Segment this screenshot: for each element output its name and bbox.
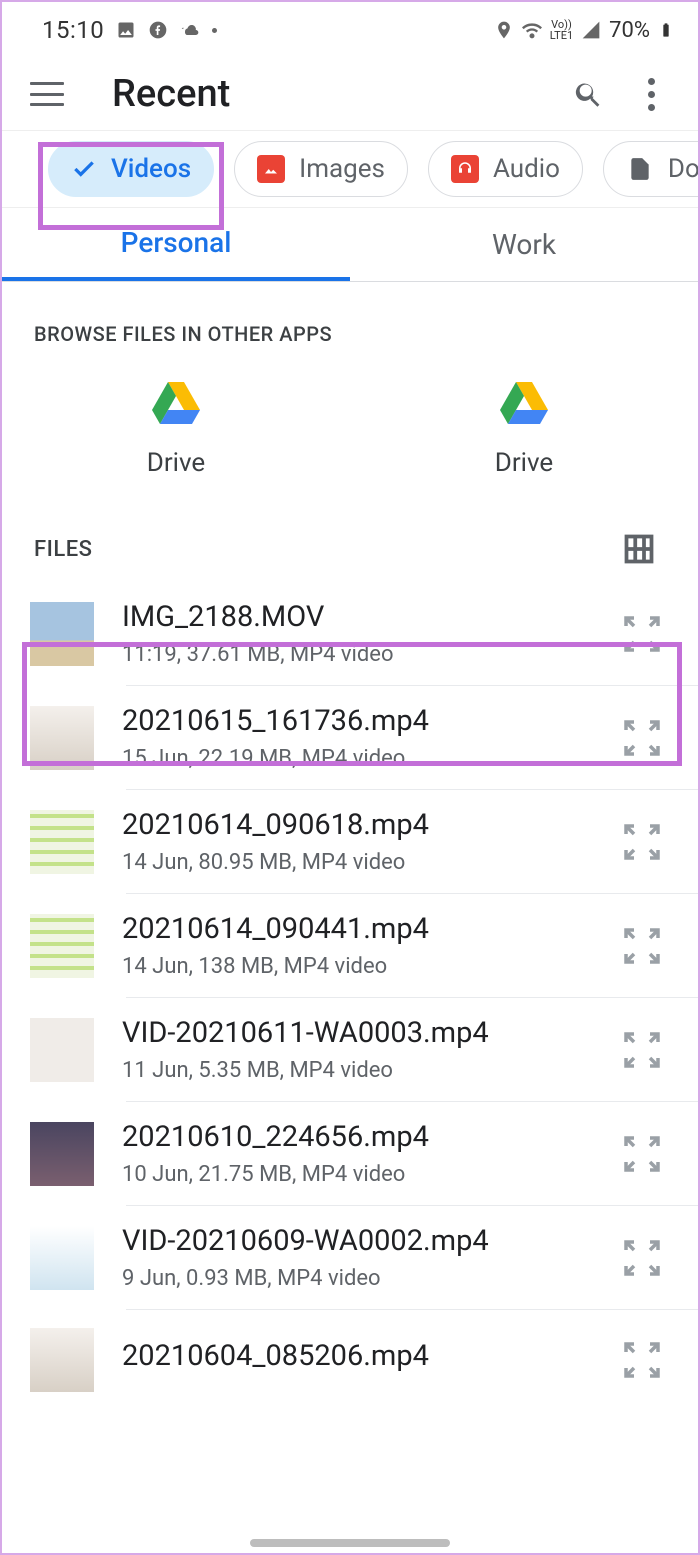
file-meta: 20210614_090618.mp4 14 Jun, 80.95 MB, MP… <box>122 808 594 875</box>
chip-audio[interactable]: Audio <box>428 141 583 197</box>
app-drive[interactable]: Drive <box>495 382 553 478</box>
file-thumbnail <box>30 914 94 978</box>
file-name: IMG_2188.MOV <box>122 600 594 634</box>
file-row[interactable]: IMG_2188.MOV 11:19, 37.61 MB, MP4 video <box>2 582 698 685</box>
files-section-title: FILES <box>34 537 92 562</box>
chip-videos[interactable]: Videos <box>48 141 214 197</box>
overflow-menu-button[interactable] <box>632 75 670 113</box>
files-section-header: FILES <box>2 516 698 582</box>
file-row[interactable]: 20210610_224656.mp4 10 Jun, 21.75 MB, MP… <box>2 1102 698 1205</box>
file-name: 20210604_085206.mp4 <box>122 1339 594 1373</box>
file-thumbnail <box>30 810 94 874</box>
weather-icon <box>180 20 200 40</box>
wifi-icon <box>522 20 542 40</box>
images-icon <box>257 155 285 183</box>
file-thumbnail <box>30 1018 94 1082</box>
chip-documents[interactable]: Doc <box>603 141 698 197</box>
chip-label: Videos <box>111 154 191 184</box>
file-meta: 20210614_090441.mp4 14 Jun, 138 MB, MP4 … <box>122 912 594 979</box>
location-icon <box>494 20 514 40</box>
file-list[interactable]: IMG_2188.MOV 11:19, 37.61 MB, MP4 video … <box>2 582 698 1410</box>
chip-images[interactable]: Images <box>234 141 408 197</box>
file-subtitle: 14 Jun, 138 MB, MP4 video <box>122 954 594 979</box>
expand-icon <box>622 926 662 966</box>
document-icon <box>626 155 654 183</box>
page-title: Recent <box>112 72 546 116</box>
search-icon <box>573 78 605 110</box>
file-row[interactable]: 20210604_085206.mp4 <box>2 1310 698 1410</box>
scroll-indicator <box>250 1539 450 1547</box>
expand-icon <box>622 1134 662 1174</box>
file-row[interactable]: VID-20210611-WA0003.mp4 11 Jun, 5.35 MB,… <box>2 998 698 1101</box>
file-name: VID-20210609-WA0002.mp4 <box>122 1224 594 1258</box>
file-meta: 20210610_224656.mp4 10 Jun, 21.75 MB, MP… <box>122 1120 594 1187</box>
image-icon <box>116 20 136 40</box>
file-thumbnail <box>30 1226 94 1290</box>
file-row[interactable]: 20210615_161736.mp4 15 Jun, 22.19 MB, MP… <box>2 686 698 789</box>
file-name: 20210614_090618.mp4 <box>122 808 594 842</box>
more-notif-dot <box>212 28 217 33</box>
chip-label: Doc <box>668 154 698 184</box>
file-name: 20210610_224656.mp4 <box>122 1120 594 1154</box>
expand-icon <box>622 614 662 654</box>
status-time: 15:10 <box>42 16 104 44</box>
drive-icon <box>152 382 200 426</box>
chip-label: Images <box>299 154 385 184</box>
drive-icon <box>500 382 548 426</box>
battery-pct: 70% <box>609 18 650 43</box>
expand-icon <box>622 1238 662 1278</box>
app-drive[interactable]: Drive <box>147 382 205 478</box>
file-subtitle: 15 Jun, 22.19 MB, MP4 video <box>122 746 594 771</box>
search-button[interactable] <box>570 75 608 113</box>
expand-icon <box>622 1340 662 1380</box>
file-meta: 20210615_161736.mp4 15 Jun, 22.19 MB, MP… <box>122 704 594 771</box>
file-subtitle: 9 Jun, 0.93 MB, MP4 video <box>122 1266 594 1291</box>
signal-icon <box>581 20 601 40</box>
battery-icon <box>658 18 674 42</box>
file-name: 20210614_090441.mp4 <box>122 912 594 946</box>
expand-icon <box>622 1030 662 1070</box>
app-label: Drive <box>147 448 205 478</box>
file-name: VID-20210611-WA0003.mp4 <box>122 1016 594 1050</box>
file-row[interactable]: VID-20210609-WA0002.mp4 9 Jun, 0.93 MB, … <box>2 1206 698 1309</box>
app-bar: Recent <box>2 58 698 130</box>
chip-label: Audio <box>493 154 560 184</box>
other-apps-row: Drive Drive <box>2 364 698 516</box>
file-name: 20210615_161736.mp4 <box>122 704 594 738</box>
filter-chips-row[interactable]: Videos Images Audio Doc <box>2 130 698 208</box>
browse-section-title: BROWSE FILES IN OTHER APPS <box>2 282 698 364</box>
menu-button[interactable] <box>30 77 64 111</box>
file-thumbnail <box>30 602 94 666</box>
file-row[interactable]: 20210614_090618.mp4 14 Jun, 80.95 MB, MP… <box>2 790 698 893</box>
status-bar: 15:10 Vo))LTE1 70% <box>2 2 698 58</box>
expand-icon <box>622 718 662 758</box>
file-row[interactable]: 20210614_090441.mp4 14 Jun, 138 MB, MP4 … <box>2 894 698 997</box>
check-icon <box>71 156 97 182</box>
file-thumbnail <box>30 1122 94 1186</box>
file-thumbnail <box>30 706 94 770</box>
file-meta: VID-20210611-WA0003.mp4 11 Jun, 5.35 MB,… <box>122 1016 594 1083</box>
profile-tabs: Personal Work <box>2 208 698 282</box>
file-meta: 20210604_085206.mp4 <box>122 1339 594 1381</box>
network-label: Vo))LTE1 <box>550 19 573 41</box>
app-label: Drive <box>495 448 553 478</box>
file-subtitle: 11 Jun, 5.35 MB, MP4 video <box>122 1058 594 1083</box>
file-subtitle: 10 Jun, 21.75 MB, MP4 video <box>122 1162 594 1187</box>
file-meta: IMG_2188.MOV 11:19, 37.61 MB, MP4 video <box>122 600 594 667</box>
file-meta: VID-20210609-WA0002.mp4 9 Jun, 0.93 MB, … <box>122 1224 594 1291</box>
audio-icon <box>451 155 479 183</box>
facebook-icon <box>148 20 168 40</box>
tab-personal[interactable]: Personal <box>2 208 350 281</box>
file-subtitle: 11:19, 37.61 MB, MP4 video <box>122 642 594 667</box>
expand-icon <box>622 822 662 862</box>
file-subtitle: 14 Jun, 80.95 MB, MP4 video <box>122 850 594 875</box>
file-thumbnail <box>30 1328 94 1392</box>
tab-work[interactable]: Work <box>350 208 698 281</box>
view-grid-button[interactable] <box>624 534 654 564</box>
